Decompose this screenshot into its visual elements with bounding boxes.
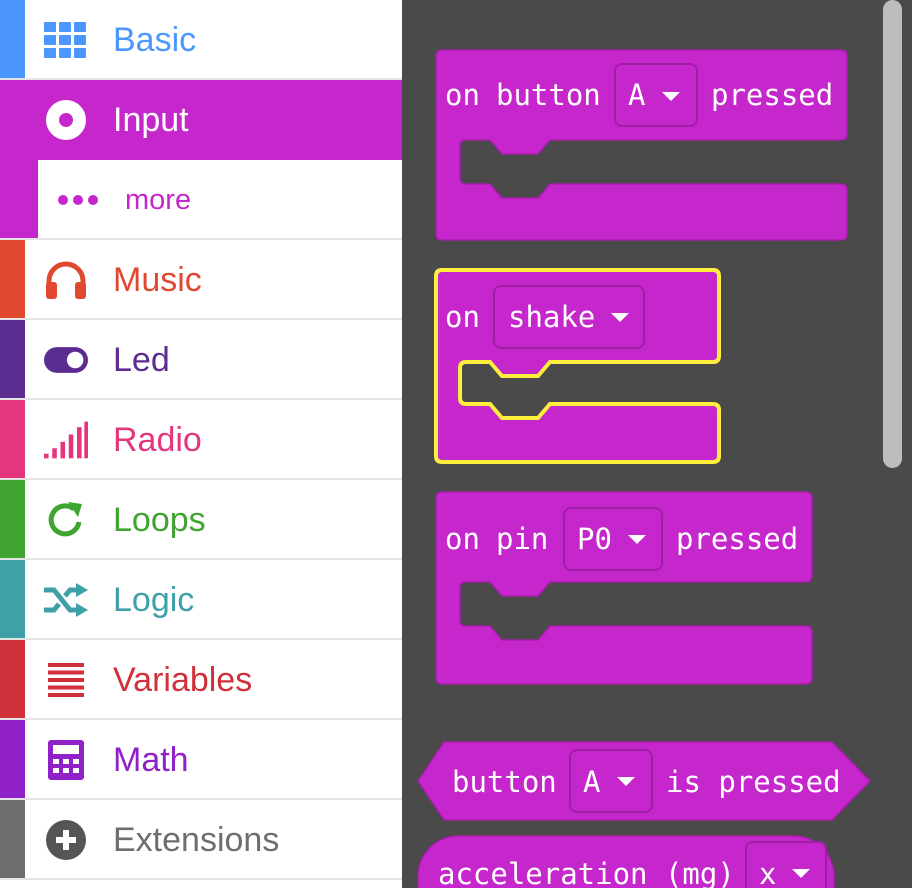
ellipsis-icon — [56, 180, 100, 220]
grid-icon — [44, 20, 88, 60]
list-lines-icon — [44, 660, 88, 700]
category-label: Variables — [113, 661, 253, 699]
blocks-workspace[interactable]: on button A pressed on shake on pin P0 p… — [402, 0, 912, 888]
category-color-bar — [0, 400, 25, 478]
calculator-icon — [44, 740, 88, 780]
category-label: Basic — [113, 21, 197, 59]
category-variables[interactable]: Variables — [0, 640, 402, 720]
category-label: Led — [113, 341, 170, 379]
dropdown-value: shake — [508, 300, 595, 334]
category-label: Extensions — [113, 821, 280, 859]
block-word-pressed: pressed — [676, 522, 798, 556]
category-color-bar — [0, 480, 25, 558]
category-loops[interactable]: Loops — [0, 480, 402, 560]
category-music[interactable]: Music — [0, 240, 402, 320]
category-color-bar — [0, 560, 25, 638]
pin-dropdown[interactable]: P0 — [563, 507, 663, 571]
signal-bars-icon — [44, 420, 88, 460]
block-word-pressed: pressed — [711, 78, 833, 112]
category-label: Logic — [113, 581, 195, 619]
category-label: Input — [113, 101, 189, 139]
dropdown-value: x — [759, 857, 776, 888]
category-label: more — [125, 184, 192, 216]
category-logic[interactable]: Logic — [0, 560, 402, 640]
category-label: Music — [113, 261, 202, 299]
shuffle-icon — [44, 580, 88, 620]
block-word-pin: pin — [496, 522, 548, 556]
category-label: Math — [113, 741, 189, 779]
block-word-on: on — [445, 300, 480, 334]
button-dropdown[interactable]: A — [569, 749, 653, 813]
block-on-shake[interactable]: on shake — [434, 268, 721, 464]
toggle-icon — [44, 340, 88, 380]
category-color-bar — [0, 320, 25, 398]
category-math[interactable]: Math — [0, 720, 402, 800]
category-input[interactable]: Input — [0, 80, 402, 160]
plus-circle-icon — [44, 820, 88, 860]
category-led[interactable]: Led — [0, 320, 402, 400]
block-word-is-pressed: is pressed — [666, 765, 841, 799]
block-on-button-pressed[interactable]: on button A pressed — [435, 49, 848, 241]
toolbox: Basic Input more Music Led Radio Loops L… — [0, 0, 402, 888]
block-word-on: on — [445, 522, 480, 556]
block-word-button: button — [496, 78, 601, 112]
category-basic[interactable]: Basic — [0, 0, 402, 80]
category-color-bar — [0, 240, 25, 318]
block-word-on: on — [445, 78, 480, 112]
category-input-more[interactable]: more — [0, 160, 402, 240]
category-color-bar — [0, 800, 25, 878]
category-color-bar — [0, 160, 38, 238]
block-word-acceleration: acceleration (mg) — [438, 857, 735, 888]
block-button-is-pressed[interactable]: button A is pressed — [417, 741, 872, 821]
target-icon — [44, 100, 88, 140]
category-color-bar — [0, 640, 25, 718]
category-extensions[interactable]: Extensions — [0, 800, 402, 880]
category-label: Radio — [113, 421, 202, 459]
dropdown-value: P0 — [577, 522, 612, 556]
category-color-bar — [0, 0, 25, 78]
block-acceleration[interactable]: acceleration (mg) x — [417, 835, 835, 888]
refresh-icon — [44, 500, 88, 540]
workspace-scrollbar[interactable] — [883, 0, 902, 468]
dropdown-value: A — [583, 765, 600, 799]
dropdown-value: A — [628, 78, 645, 112]
block-on-pin-pressed[interactable]: on pin P0 pressed — [435, 491, 813, 685]
category-radio[interactable]: Radio — [0, 400, 402, 480]
headphones-icon — [44, 260, 88, 300]
block-word-button: button — [452, 765, 557, 799]
category-color-bar — [0, 720, 25, 798]
button-dropdown[interactable]: A — [614, 63, 698, 127]
axis-dropdown[interactable]: x — [745, 841, 827, 888]
gesture-dropdown[interactable]: shake — [493, 285, 645, 349]
category-label: Loops — [113, 501, 206, 539]
